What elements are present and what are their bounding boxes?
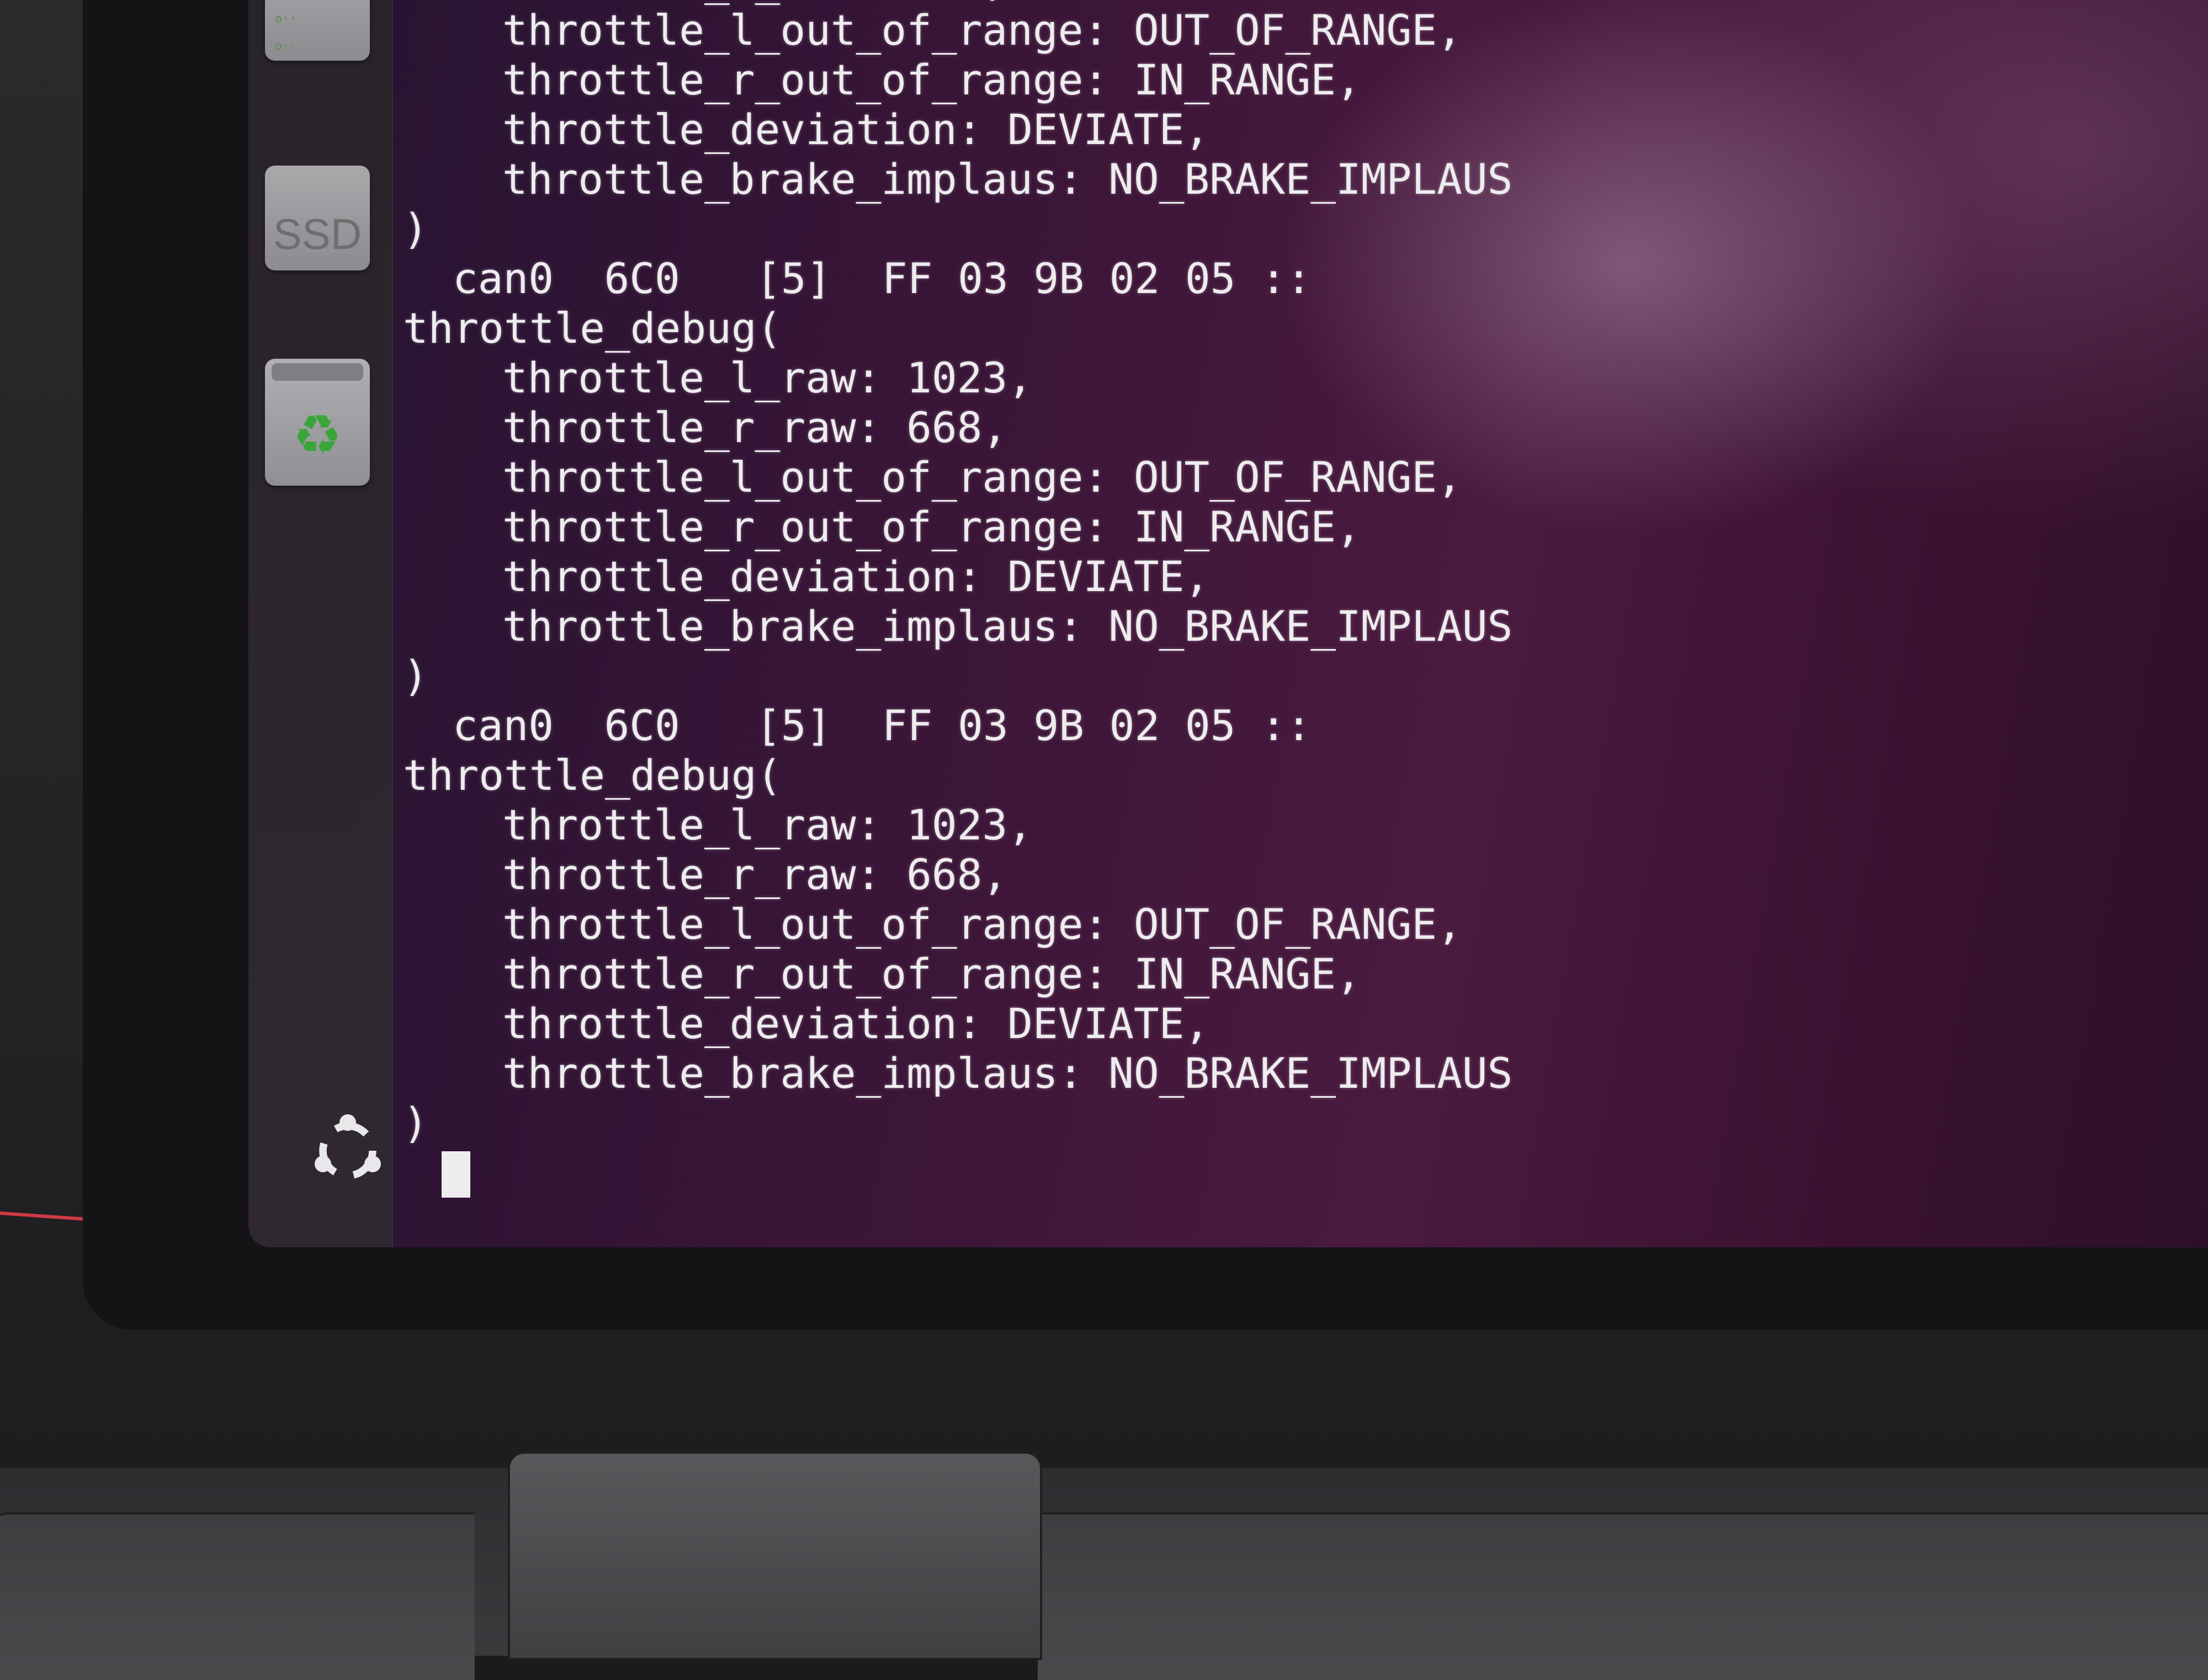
terminal-line: throttle_l_raw: 1023, (502, 353, 1033, 402)
terminal-line: throttle_deviation: DEVIATE, (502, 105, 1210, 154)
trash-lid (272, 363, 363, 381)
terminal-line: throttle_debug( (403, 751, 782, 800)
terminal-line: throttle_r_raw: 668, (502, 850, 1008, 899)
terminal-line: ) (403, 204, 428, 253)
ubuntu-logo-icon[interactable] (306, 1109, 389, 1192)
terminal-line: throttle_debug( (403, 304, 782, 353)
terminal-line: throttle_l_out_of_range: OUT_OF_RANGE, (502, 900, 1462, 949)
terminal-output[interactable]: throttle_r_raw: 667,throttle_l_out_of_ra… (403, 0, 2208, 1198)
launcher-sidebar: o··o··o·· SSD ♻ (248, 0, 393, 1247)
terminal-line: ) (403, 1098, 428, 1147)
palm-rest-right (1038, 1512, 2208, 1680)
terminal-line: throttle_brake_implaus: NO_BRAKE_IMPLAUS (502, 155, 1513, 204)
terminal-line: throttle_r_out_of_range: IN_RANGE, (502, 502, 1361, 551)
terminal-line: can0 6C0 [5] FF 03 9B 02 05 :: (453, 254, 1312, 303)
terminal-line: throttle_r_raw: 668, (502, 403, 1008, 452)
terminal-line: can0 6C0 [5] FF 03 9B 02 05 :: (453, 701, 1312, 750)
text-cursor (442, 1151, 470, 1198)
palm-rest-left (0, 1512, 475, 1680)
terminal-line: throttle_r_out_of_range: IN_RANGE, (502, 55, 1361, 104)
launcher-item-trash[interactable]: ♻ (265, 359, 370, 486)
terminal-line: throttle_r_out_of_range: IN_RANGE, (502, 949, 1361, 998)
terminal-line: throttle_l_out_of_range: OUT_OF_RANGE, (502, 453, 1462, 502)
terminal-line: throttle_brake_implaus: NO_BRAKE_IMPLAUS (502, 1049, 1513, 1098)
desktop-screen: o··o··o·· SSD ♻ throttle_r_raw: 667,thro… (248, 0, 2208, 1247)
launcher-item-ssd[interactable]: SSD (265, 166, 370, 270)
terminal-line: throttle_deviation: DEVIATE, (502, 552, 1210, 601)
ssd-drive-icon: SSD (273, 210, 362, 258)
terminal-prompt-line (403, 1148, 2208, 1198)
launcher-item-files[interactable]: o··o··o·· (265, 0, 370, 61)
terminal-line: throttle_l_raw: 1023, (502, 800, 1033, 849)
terminal-line: throttle_brake_implaus: NO_BRAKE_IMPLAUS (502, 602, 1513, 651)
screen-bezel: o··o··o·· SSD ♻ throttle_r_raw: 667,thro… (83, 0, 2208, 1330)
terminal-line: throttle_deviation: DEVIATE, (502, 999, 1210, 1048)
terminal-line: throttle_l_out_of_range: OUT_OF_RANGE, (502, 6, 1462, 55)
screen-hinge (508, 1452, 1042, 1660)
terminal-line: throttle_r_raw: 667, (403, 0, 2208, 6)
files-icon: o··o··o·· (275, 12, 297, 54)
terminal-line: ) (403, 651, 428, 700)
trash-icon: ♻ (293, 403, 342, 467)
